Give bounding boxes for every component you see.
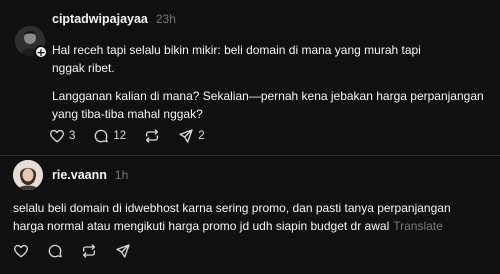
like-button[interactable]	[13, 243, 29, 259]
username[interactable]: rie.vaann	[52, 168, 107, 182]
avatar[interactable]	[13, 160, 43, 190]
comment-icon	[95, 129, 109, 143]
post-text-line: yang tiba-tiba mahal nggak?	[52, 107, 203, 121]
post-actions: 3 12 2	[49, 128, 223, 144]
repost-button[interactable]	[144, 128, 160, 144]
reply-button[interactable]	[47, 243, 63, 259]
avatar-container[interactable]: +	[15, 26, 48, 59]
repost-icon	[146, 129, 159, 143]
post-actions	[13, 243, 149, 259]
post-text: harga normal atau mengikuti harga promo …	[13, 219, 390, 233]
share-button[interactable]	[115, 243, 131, 259]
post-text-line: nggak ribet.	[52, 61, 115, 75]
timestamp[interactable]: 23h	[156, 12, 176, 26]
post-text-line: Hal receh tapi selalu bikin mikir: beli …	[52, 43, 421, 57]
thread-post: + ciptadwipajayaa 23h Hal receh tapi sel…	[0, 0, 500, 155]
post-text-line: selalu beli domain di idwebhost karna se…	[13, 201, 451, 215]
post-header: ciptadwipajayaa 23h	[52, 12, 176, 26]
repost-button[interactable]	[81, 243, 97, 259]
reply-count: 12	[113, 130, 127, 142]
heart-icon	[14, 244, 28, 258]
reply-button[interactable]: 12	[93, 128, 126, 144]
post-header: rie.vaann 1h	[52, 168, 128, 182]
avatar-container[interactable]	[13, 160, 43, 190]
follow-button[interactable]: +	[34, 45, 48, 59]
share-button[interactable]: 2	[178, 128, 205, 144]
username[interactable]: ciptadwipajayaa	[52, 12, 148, 26]
share-icon	[116, 244, 130, 258]
share-icon	[179, 129, 193, 143]
translate-link[interactable]: Translate	[393, 219, 443, 233]
like-button[interactable]: 3	[49, 128, 75, 144]
like-count: 3	[69, 130, 76, 142]
post-text-line: Langganan kalian di mana? Sekalian—perna…	[52, 89, 484, 103]
timestamp[interactable]: 1h	[115, 168, 128, 182]
comment-icon	[48, 244, 62, 258]
post-text-line: harga normal atau mengikuti harga promo …	[13, 217, 443, 235]
heart-icon	[50, 129, 64, 143]
share-count: 2	[198, 130, 205, 142]
thread-post: rie.vaann 1h selalu beli domain di idweb…	[0, 155, 500, 274]
repost-icon	[83, 244, 95, 258]
